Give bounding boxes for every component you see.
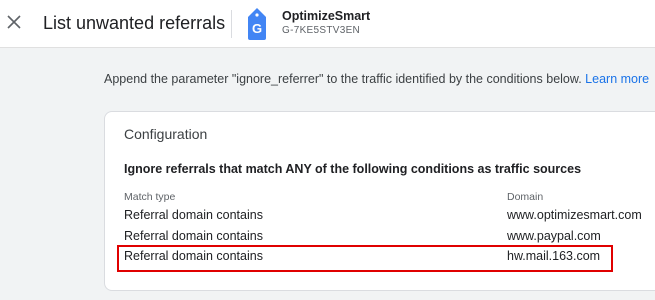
row-2-match-type: Referral domain contains	[124, 229, 263, 243]
conditions-heading: Ignore referrals that match ANY of the f…	[124, 162, 582, 176]
row-2-domain: www.paypal.com	[507, 229, 601, 243]
row-1-match-type: Referral domain contains	[124, 208, 263, 222]
configuration-card: Configuration Ignore referrals that matc…	[104, 111, 655, 291]
column-header-domain: Domain	[507, 191, 544, 203]
gtag-letter: G	[252, 21, 262, 36]
top-bar: List unwanted referrals G OptimizeSmart …	[0, 0, 655, 48]
description-text: Append the parameter "ignore_referrer" t…	[104, 72, 582, 86]
header-divider	[231, 10, 232, 38]
column-header-match-type: Match type	[124, 191, 176, 203]
property-id: G-7KE5STV3EN	[282, 25, 361, 36]
learn-more-link[interactable]: Learn more	[585, 72, 649, 86]
close-button[interactable]	[4, 10, 24, 34]
highlight-box	[117, 245, 613, 272]
gtag-icon: G	[248, 8, 266, 40]
page-title: List unwanted referrals	[43, 13, 226, 33]
description: Append the parameter "ignore_referrer" t…	[104, 72, 649, 86]
close-icon	[7, 15, 21, 29]
card-title: Configuration	[124, 126, 208, 142]
row-1-domain: www.optimizesmart.com	[507, 208, 642, 222]
property-name: OptimizeSmart	[282, 9, 371, 23]
